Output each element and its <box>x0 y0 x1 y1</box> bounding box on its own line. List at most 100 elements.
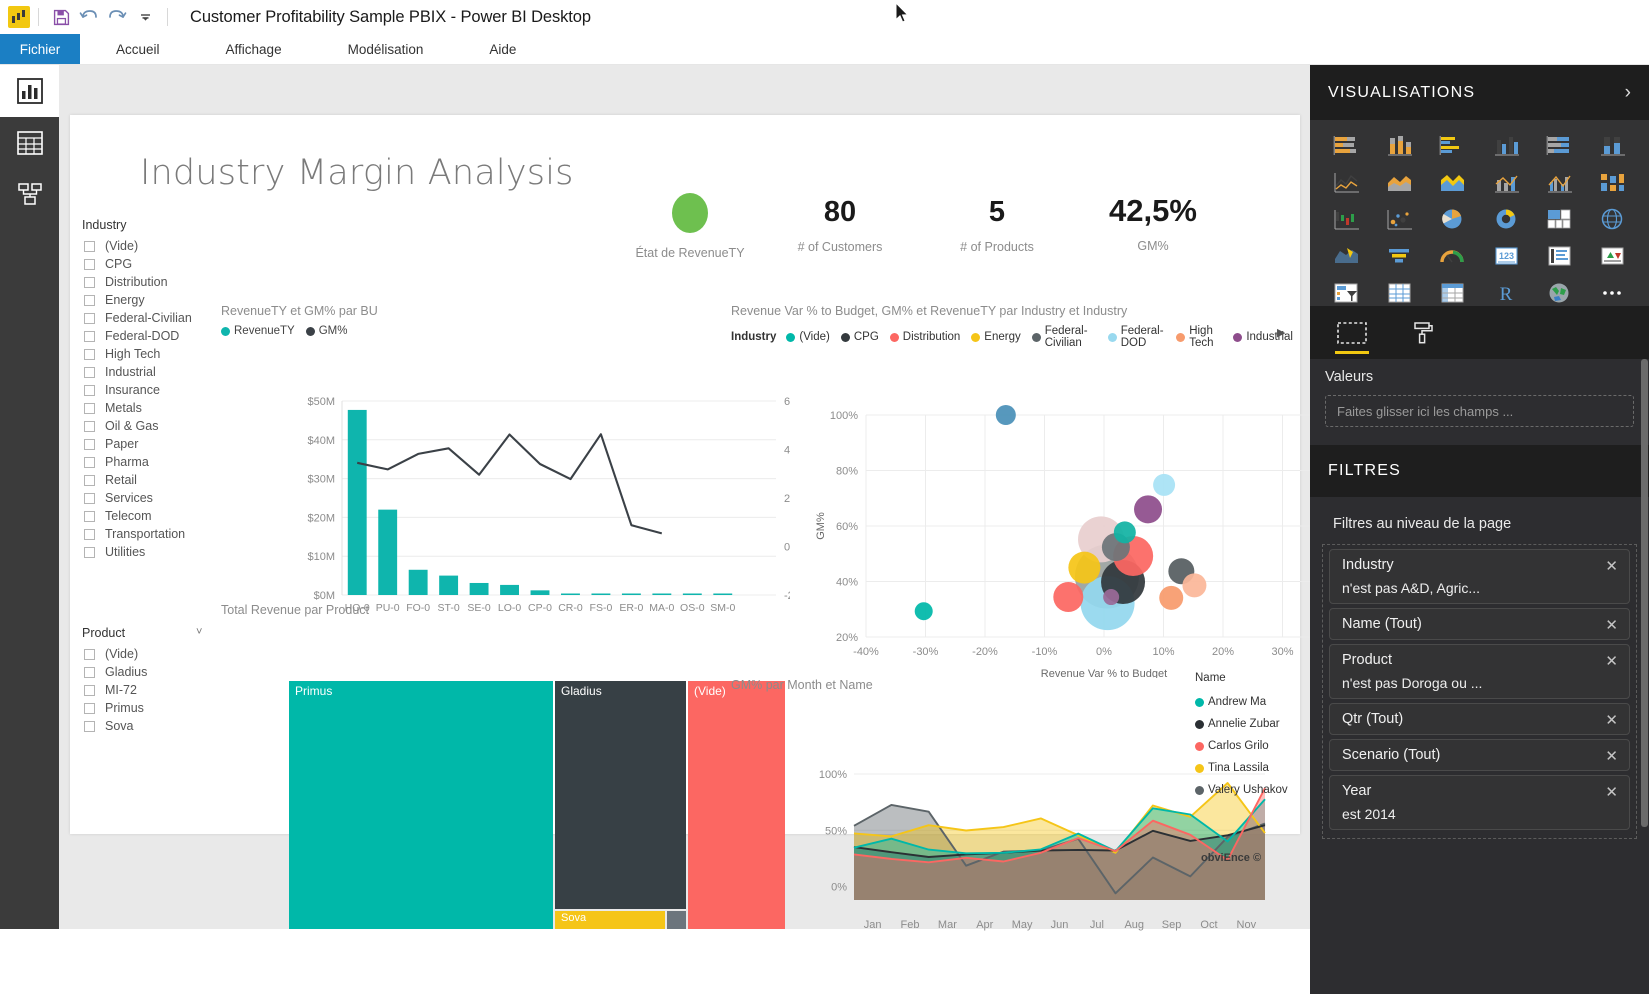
table-icon[interactable] <box>1385 281 1413 305</box>
slicer-item[interactable]: Utilities <box>84 543 234 561</box>
scatter-bubble[interactable] <box>1134 495 1162 523</box>
slicer-item[interactable]: Industrial <box>84 363 234 381</box>
checkbox[interactable] <box>84 367 95 378</box>
matrix-icon[interactable] <box>1439 281 1467 305</box>
filter-card[interactable]: Industryn'est pas A&D, Agric...✕ <box>1329 549 1630 604</box>
bar[interactable] <box>683 594 702 596</box>
close-icon[interactable]: ✕ <box>1605 747 1618 765</box>
checkbox[interactable] <box>84 241 95 252</box>
kpi-icon[interactable] <box>1599 244 1627 268</box>
treemap-cell[interactable]: Gladius <box>555 681 686 909</box>
scatter-bubble[interactable] <box>1068 552 1100 584</box>
checkbox[interactable] <box>84 277 95 288</box>
bar[interactable] <box>348 410 367 595</box>
more-visuals-icon[interactable] <box>1599 281 1627 305</box>
slicer-item[interactable]: Telecom <box>84 507 234 525</box>
slicer-item[interactable]: Primus <box>84 699 234 717</box>
checkbox[interactable] <box>84 313 95 324</box>
checkbox[interactable] <box>84 493 95 504</box>
legend-item[interactable]: Carlos Grilo <box>1195 735 1305 757</box>
slicer-item[interactable]: Transportation <box>84 525 234 543</box>
chevron-right-icon[interactable]: › <box>1625 82 1631 104</box>
combo-chart-legend[interactable]: RevenueTY GM% <box>221 325 354 337</box>
scatter-chart-icon[interactable] <box>1385 207 1413 231</box>
filter-card[interactable]: Scenario (Tout)✕ <box>1329 739 1630 771</box>
slicer-item[interactable]: MI-72 <box>84 681 234 699</box>
chevron-down-icon[interactable]: ˅ <box>196 626 202 638</box>
bar[interactable] <box>409 570 428 595</box>
line-series[interactable] <box>357 434 662 533</box>
stacked-bar-chart-icon[interactable] <box>1332 133 1360 157</box>
close-icon[interactable]: ✕ <box>1605 616 1618 634</box>
treemap-cell[interactable]: (Vide) <box>688 681 785 929</box>
checkbox[interactable] <box>84 703 95 714</box>
bar[interactable] <box>531 590 550 595</box>
filter-card[interactable]: Qtr (Tout)✕ <box>1329 703 1630 735</box>
100-stacked-column-chart-icon[interactable] <box>1599 133 1627 157</box>
bar[interactable] <box>652 594 671 596</box>
combo-chart-plot[interactable]: $0M$10M$20M$30M$40M$50M-20%0%20%40%60%HO… <box>290 383 790 633</box>
scatter-bubble[interactable] <box>996 405 1016 425</box>
slicer-icon[interactable] <box>1332 281 1360 305</box>
slicer-item[interactable]: Paper <box>84 435 234 453</box>
sidebar-item-data-view[interactable] <box>0 117 59 169</box>
tab-affichage[interactable]: Affichage <box>204 34 304 64</box>
slicer-item[interactable]: Federal-Civilian <box>84 309 234 327</box>
bar[interactable] <box>622 594 641 596</box>
tab-fichier[interactable]: Fichier <box>0 34 80 64</box>
bar[interactable] <box>500 585 519 595</box>
legend-item[interactable]: Valery Ushakov <box>1195 779 1305 801</box>
line-stacked-column-chart-icon[interactable] <box>1492 170 1520 194</box>
checkbox[interactable] <box>84 259 95 270</box>
scatter-bubble[interactable] <box>915 602 933 620</box>
slicer-item[interactable]: Services <box>84 489 234 507</box>
ribbon-chart-icon[interactable] <box>1599 170 1627 194</box>
scatter-bubble[interactable] <box>1159 586 1183 610</box>
redo-icon[interactable] <box>103 3 131 31</box>
r-script-visual-icon[interactable]: R <box>1492 281 1520 305</box>
product-slicer[interactable]: (Vide)GladiusMI-72PrimusSova <box>84 645 234 735</box>
checkbox[interactable] <box>84 421 95 432</box>
donut-chart-icon[interactable] <box>1492 207 1520 231</box>
slicer-item[interactable]: CPG <box>84 255 234 273</box>
tab-aide[interactable]: Aide <box>467 34 538 64</box>
scatter-bubble[interactable] <box>1153 474 1175 496</box>
legend-item[interactable]: Tina Lassila <box>1195 757 1305 779</box>
checkbox[interactable] <box>84 349 95 360</box>
checkbox[interactable] <box>84 685 95 696</box>
right-pane-scrollbar[interactable] <box>1641 359 1648 827</box>
fields-tab-icon[interactable] <box>1332 310 1372 355</box>
scatter-chart-plot[interactable]: -40%-30%-20%-10%0%10%20%30%40%20%40%60%8… <box>810 403 1355 678</box>
clustered-bar-chart-icon[interactable] <box>1439 133 1467 157</box>
checkbox[interactable] <box>84 721 95 732</box>
close-icon[interactable]: ✕ <box>1605 783 1618 801</box>
checkbox[interactable] <box>84 295 95 306</box>
slicer-item[interactable]: High Tech <box>84 345 234 363</box>
filter-card[interactable]: Name (Tout)✕ <box>1329 608 1630 640</box>
close-icon[interactable]: ✕ <box>1605 711 1618 729</box>
multi-row-card-icon[interactable] <box>1545 244 1573 268</box>
waterfall-chart-icon[interactable] <box>1332 207 1360 231</box>
slicer-item[interactable]: Insurance <box>84 381 234 399</box>
values-dropzone[interactable]: Faites glisser ici les champs ... <box>1325 395 1634 427</box>
checkbox[interactable] <box>84 547 95 558</box>
bar[interactable] <box>591 594 610 596</box>
close-icon[interactable]: ✕ <box>1605 652 1618 670</box>
scatter-bubble[interactable] <box>1103 589 1119 605</box>
slicer-item[interactable]: Pharma <box>84 453 234 471</box>
filter-card[interactable]: Productn'est pas Doroga ou ...✕ <box>1329 644 1630 699</box>
sidebar-item-report-view[interactable] <box>0 65 59 117</box>
format-paintroller-tab-icon[interactable] <box>1402 310 1442 355</box>
scatter-chart-legend[interactable]: Industry (Vide)CPGDistributionEnergyFede… <box>731 325 1300 349</box>
treemap-cell[interactable]: Primus <box>289 681 553 929</box>
pie-chart-icon[interactable] <box>1439 207 1467 231</box>
checkbox[interactable] <box>84 649 95 660</box>
customize-qat-icon[interactable] <box>131 3 159 31</box>
gauge-icon[interactable] <box>1439 244 1467 268</box>
filter-card[interactable]: Yearest 2014✕ <box>1329 775 1630 830</box>
area-chart-icon[interactable] <box>1385 170 1413 194</box>
checkbox[interactable] <box>84 385 95 396</box>
checkbox[interactable] <box>84 331 95 342</box>
100-stacked-bar-chart-icon[interactable] <box>1545 133 1573 157</box>
checkbox[interactable] <box>84 439 95 450</box>
